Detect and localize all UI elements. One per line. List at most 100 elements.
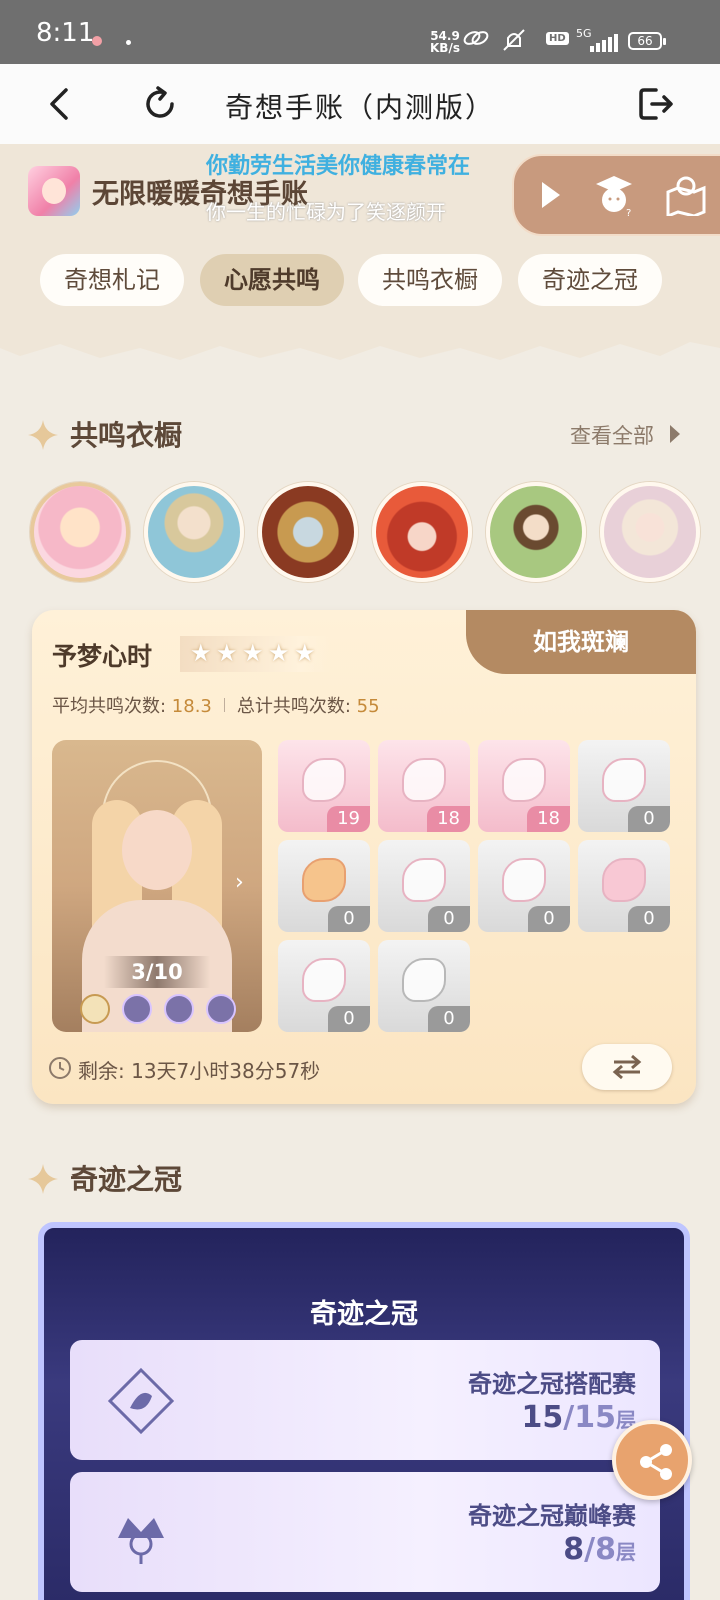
clothing-item[interactable]: 18 xyxy=(478,740,570,832)
crown-row-value: 8/8层 xyxy=(563,1532,636,1567)
outfit-avatar[interactable] xyxy=(30,482,130,582)
star-rating: ★ ★ ★ ★ ★ xyxy=(180,636,330,672)
sparkle-icon xyxy=(28,1164,58,1194)
item-count: 0 xyxy=(628,806,670,832)
lyric-line-2: 你一生的忙碌为了笑逐颜开 xyxy=(206,200,446,224)
clothing-item[interactable]: 0 xyxy=(378,840,470,932)
clothing-item[interactable]: 0 xyxy=(478,840,570,932)
star-icon: ★ xyxy=(190,639,212,667)
clothing-item[interactable]: 0 xyxy=(378,940,470,1032)
map-icon[interactable] xyxy=(664,174,708,216)
evolution-gems xyxy=(62,994,252,1026)
tab-wish-resonance[interactable]: 心愿共鸣 xyxy=(200,254,344,306)
gem-icon xyxy=(122,994,152,1024)
svg-text:?: ? xyxy=(626,208,631,218)
item-count: 19 xyxy=(327,806,370,832)
app-bar: 奇想手账（内测版） xyxy=(0,64,720,144)
item-count: 0 xyxy=(528,906,570,932)
crown-peak-row[interactable]: 奇迹之冠巅峰赛 8/8层 xyxy=(70,1472,660,1592)
crown-section-title: 奇迹之冠 xyxy=(70,1163,183,1196)
item-count: 0 xyxy=(428,1006,470,1032)
clock-icon xyxy=(49,1057,71,1079)
outfit-ribbon: 如我斑斓 xyxy=(466,610,696,674)
outfit-progress: 3/10 xyxy=(104,956,210,988)
outfit-avatar[interactable] xyxy=(144,482,244,582)
hd-icon: HD xyxy=(546,32,569,45)
play-icon[interactable] xyxy=(538,178,564,212)
clothing-item[interactable]: 0 xyxy=(278,940,370,1032)
network-speed: 54.9 KB/s xyxy=(430,30,460,54)
outfit-avatar-list xyxy=(30,482,720,586)
avg-value: 18.3 xyxy=(171,696,212,717)
header-action-panel: ? xyxy=(512,154,720,236)
crown-section-header: 奇迹之冠 xyxy=(28,1158,328,1198)
tab-resonance-wardrobe[interactable]: 共鸣衣橱 xyxy=(358,254,502,306)
switch-button[interactable] xyxy=(582,1044,672,1090)
sparkle-icon xyxy=(28,420,58,450)
clothing-item[interactable]: 19 xyxy=(278,740,370,832)
gem-icon xyxy=(80,994,110,1024)
wardrobe-section-title: 共鸣衣橱 xyxy=(70,419,183,452)
character-icon[interactable]: ? xyxy=(592,172,636,218)
clothing-item[interactable]: 0 xyxy=(578,740,670,832)
outfit-title: 予梦心时 xyxy=(52,642,153,671)
chevron-right-icon[interactable] xyxy=(668,423,682,445)
outfit-avatar[interactable] xyxy=(486,482,586,582)
status-time: 8:11 xyxy=(36,18,95,48)
exit-icon[interactable] xyxy=(636,84,676,124)
crown-row-name: 奇迹之冠搭配赛 xyxy=(468,1370,636,1398)
mute-icon xyxy=(503,29,525,51)
gem-icon xyxy=(206,994,236,1024)
wardrobe-section-header: 共鸣衣橱 xyxy=(28,414,328,454)
star-icon: ★ xyxy=(242,639,264,667)
item-count: 0 xyxy=(328,906,370,932)
status-bar: 8:11 54.9 KB/s HD 5G 66 xyxy=(0,0,720,64)
outfit-avatar[interactable] xyxy=(600,482,700,582)
outfit-avatar[interactable] xyxy=(258,482,358,582)
remaining-time: 剩余: 13天7小时38分57秒 xyxy=(78,1059,321,1083)
crown-badge-icon xyxy=(118,1518,164,1564)
link-icon xyxy=(463,31,489,45)
notification-icon xyxy=(92,36,102,46)
clothing-item[interactable]: 0 xyxy=(578,840,670,932)
clothing-item-grid: 19 18 18 0 0 0 0 0 0 0 xyxy=(278,740,678,1034)
swap-icon xyxy=(612,1054,642,1080)
gem-icon xyxy=(164,994,194,1024)
crown-match-row[interactable]: 奇迹之冠搭配赛 15/15层 xyxy=(70,1340,660,1460)
category-tabs: 奇想札记 心愿共鸣 共鸣衣橱 奇迹之冠 xyxy=(40,254,720,306)
next-arrow-icon[interactable]: › xyxy=(235,870,244,895)
item-count: 18 xyxy=(427,806,470,832)
item-count: 0 xyxy=(628,906,670,932)
item-count: 0 xyxy=(428,906,470,932)
battery-icon: 66 xyxy=(628,32,666,50)
tab-notes[interactable]: 奇想札记 xyxy=(40,254,184,306)
outfit-avatar[interactable] xyxy=(372,482,472,582)
outfit-portrait[interactable] xyxy=(52,740,262,1032)
clothing-item[interactable]: 0 xyxy=(278,840,370,932)
star-icon: ★ xyxy=(294,639,316,667)
total-label: 总计共鸣次数: xyxy=(236,696,357,717)
resonance-stats: 平均共鸣次数: 18.3 总计共鸣次数: 55 xyxy=(52,692,380,718)
share-icon xyxy=(640,1444,672,1480)
signal-icon xyxy=(588,34,620,52)
view-all-link[interactable]: 查看全部 xyxy=(570,420,654,450)
torn-paper-divider xyxy=(0,318,720,368)
tab-miracle-crown[interactable]: 奇迹之冠 xyxy=(518,254,662,306)
star-icon: ★ xyxy=(268,639,290,667)
avg-label: 平均共鸣次数: xyxy=(52,696,172,717)
battery-level: 66 xyxy=(637,34,653,48)
game-logo xyxy=(28,166,80,216)
item-count: 18 xyxy=(527,806,570,832)
clothing-item[interactable]: 18 xyxy=(378,740,470,832)
dot-icon xyxy=(126,40,131,45)
crown-banner-title: 奇迹之冠 xyxy=(310,1299,418,1330)
crown-row-value: 15/15层 xyxy=(521,1400,636,1435)
rose-badge-icon xyxy=(107,1367,175,1435)
speed-unit: KB/s xyxy=(430,41,460,55)
crown-row-name: 奇迹之冠巅峰赛 xyxy=(468,1502,636,1530)
star-icon: ★ xyxy=(216,639,238,667)
lyric-line-1: 你勤劳生活美你健康春常在 xyxy=(206,154,471,179)
page-title: 奇想手账（内测版） xyxy=(224,91,495,124)
share-button[interactable] xyxy=(612,1420,692,1500)
item-count: 0 xyxy=(328,1006,370,1032)
